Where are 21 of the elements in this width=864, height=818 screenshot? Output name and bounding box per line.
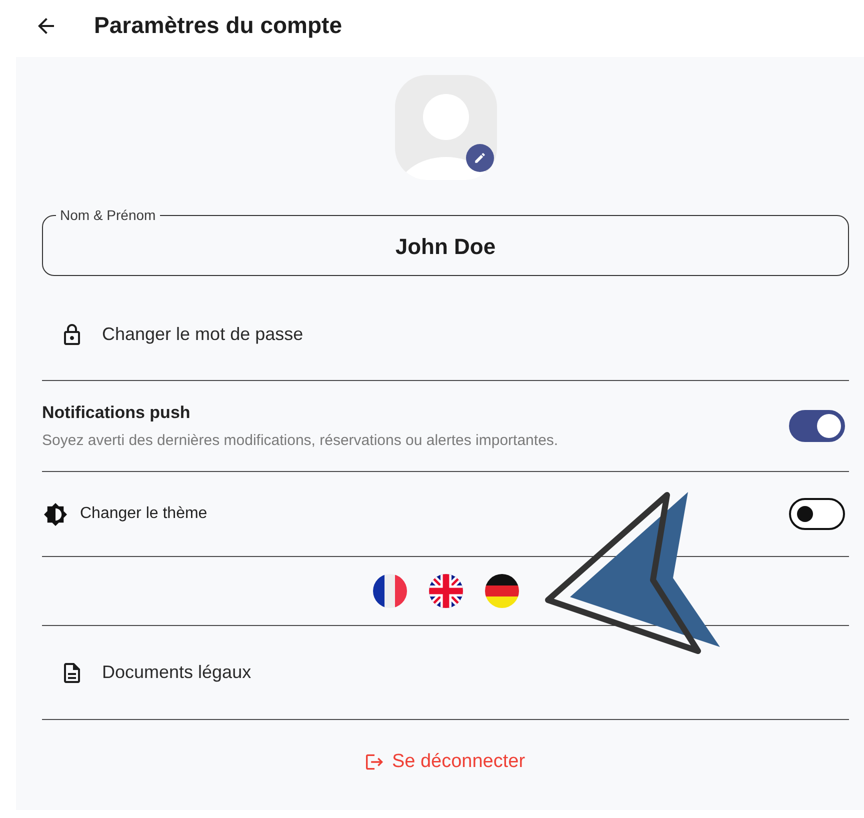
name-field-label: Nom & Prénom bbox=[59, 207, 157, 223]
name-field-value: John Doe bbox=[395, 233, 496, 261]
germany-flag-icon[interactable] bbox=[484, 574, 518, 608]
notifications-switch[interactable] bbox=[789, 410, 845, 442]
edit-icon[interactable] bbox=[466, 144, 494, 172]
document-icon bbox=[64, 662, 80, 682]
change-password-item[interactable]: Changer le mot de passe bbox=[42, 288, 849, 380]
notifications-description: Soyez averti des dernières modifications, réservations ou alertes importantes. bbox=[42, 432, 558, 449]
notifications-title: Notifications push bbox=[42, 403, 192, 423]
back-arrow-icon[interactable] bbox=[38, 18, 54, 34]
uk-flag-icon[interactable] bbox=[428, 574, 462, 608]
lock-icon bbox=[64, 324, 80, 344]
logout-icon bbox=[366, 754, 383, 770]
legal-documents-item[interactable]: Documents légaux bbox=[42, 626, 849, 719]
theme-switch[interactable] bbox=[789, 498, 845, 530]
theme-label: Changer le thème bbox=[80, 505, 208, 523]
logout-button[interactable]: Se déconnecter bbox=[366, 751, 526, 773]
france-flag-icon[interactable] bbox=[372, 574, 406, 608]
brightness-icon bbox=[44, 502, 67, 526]
name-field[interactable]: Nom & Prénom John Doe bbox=[42, 207, 849, 276]
page-title: Paramètres du compte bbox=[94, 12, 342, 39]
